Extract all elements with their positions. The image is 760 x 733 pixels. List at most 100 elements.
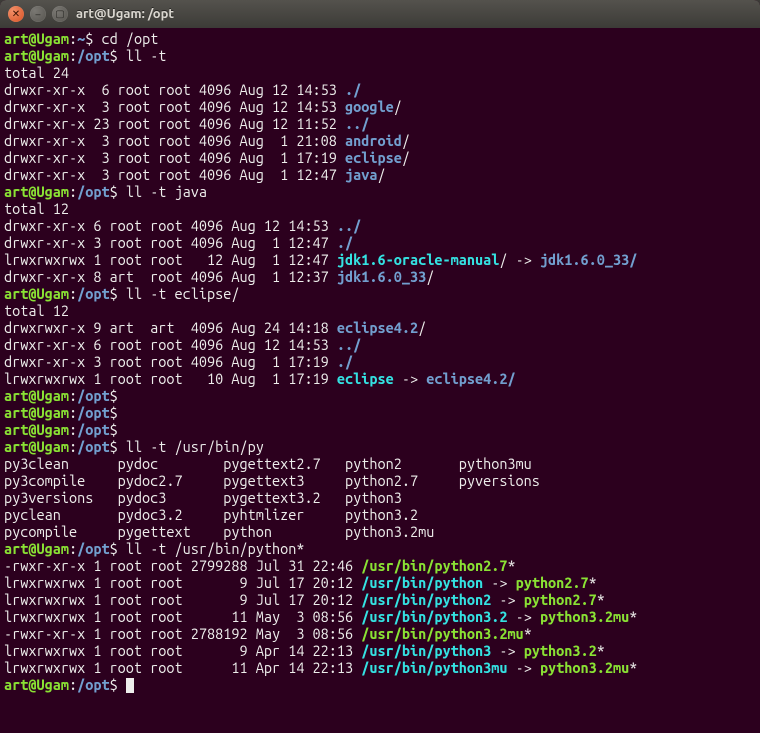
completion-row: py3compile pydoc2.7 pygettext3 python2.7… <box>4 472 756 489</box>
prompt-user: art@Ugam <box>4 285 69 302</box>
symlink-entry: jdk1.6-oracle-manual <box>337 251 499 268</box>
prompt-colon: : <box>69 438 77 455</box>
cmd-line: art@Ugam:/opt$ <box>4 387 756 404</box>
prompt-colon: : <box>69 540 77 557</box>
prompt-path: ~ <box>77 30 85 47</box>
minimize-icon[interactable]: – <box>30 6 46 22</box>
prompt-path: /opt <box>77 404 109 421</box>
dir-entry: ../ <box>345 115 369 132</box>
prompt-dollar: $ <box>110 404 126 421</box>
cmd-line: art@Ugam:/opt$ <box>4 421 756 438</box>
ls-row: drwxr-xr-x 23 root root 4096 Aug 12 11:5… <box>4 115 756 132</box>
prompt-user: art@Ugam <box>4 30 69 47</box>
ls-row: lrwxrwxrwx 1 root root 9 Jul 17 20:12 /u… <box>4 574 756 591</box>
maximize-icon[interactable]: ▢ <box>52 6 68 22</box>
ls-row: drwxr-xr-x 3 root root 4096 Aug 1 12:47 … <box>4 166 756 183</box>
symlink-entry: /usr/bin/python2 <box>361 591 491 608</box>
cmd-text: ll -t java <box>126 183 207 200</box>
prompt-colon: : <box>69 47 77 64</box>
ls-row: drwxr-xr-x 3 root root 4096 Aug 1 17:19 … <box>4 353 756 370</box>
ls-row: lrwxrwxrwx 1 root root 10 Aug 1 17:19 ec… <box>4 370 756 387</box>
total-line: total 24 <box>4 64 756 81</box>
dir-entry: android <box>345 132 402 149</box>
ls-row: lrwxrwxrwx 1 root root 9 Jul 17 20:12 /u… <box>4 591 756 608</box>
symlink-target: python2.7 <box>524 591 597 608</box>
ls-row: lrwxrwxrwx 1 root root 11 Apr 14 22:13 /… <box>4 659 756 676</box>
prompt-user: art@Ugam <box>4 438 69 455</box>
cmd-line: art@Ugam:/opt$ <box>4 404 756 421</box>
symlink-entry: /usr/bin/python3mu <box>361 659 507 676</box>
symlink-target: python3.2 <box>524 642 597 659</box>
prompt-dollar: $ <box>110 47 126 64</box>
prompt-dollar: $ <box>110 421 126 438</box>
dir-entry: eclipse4.2 <box>337 319 418 336</box>
total-line: total 12 <box>4 302 756 319</box>
cmd-line: art@Ugam:/opt$ ll -t /usr/bin/python* <box>4 540 756 557</box>
ls-row: lrwxrwxrwx 1 root root 9 Apr 14 22:13 /u… <box>4 642 756 659</box>
prompt-dollar: $ <box>110 540 126 557</box>
prompt-path: /opt <box>77 421 109 438</box>
exec-entry: /usr/bin/python2.7 <box>361 557 507 574</box>
dir-entry: ../ <box>337 336 361 353</box>
ls-row: lrwxrwxrwx 1 root root 12 Aug 1 12:47 jd… <box>4 251 756 268</box>
prompt-path: /opt <box>77 540 109 557</box>
ls-row: drwxr-xr-x 3 root root 4096 Aug 1 17:19 … <box>4 149 756 166</box>
ls-row: drwxr-xr-x 3 root root 4096 Aug 12 14:53… <box>4 98 756 115</box>
symlink-entry: /usr/bin/python <box>361 574 483 591</box>
prompt-user: art@Ugam <box>4 183 69 200</box>
cmd-line: art@Ugam:/opt$ ll -t java <box>4 183 756 200</box>
cmd-text: ll -t /usr/bin/python* <box>126 540 305 557</box>
dir-entry: ./ <box>345 81 361 98</box>
symlink-target: python2.7 <box>516 574 589 591</box>
prompt-dollar: $ <box>85 30 101 47</box>
close-icon[interactable]: ✕ <box>8 6 24 22</box>
symlink-target: jdk1.6.0_33/ <box>540 251 637 268</box>
cmd-line: art@Ugam:/opt$ ll -t <box>4 47 756 64</box>
cmd-text: ll -t eclipse/ <box>126 285 240 302</box>
prompt-dollar: $ <box>110 183 126 200</box>
prompt-colon: : <box>69 421 77 438</box>
window-title: art@Ugam: /opt <box>76 7 174 21</box>
exec-entry: /usr/bin/python3.2mu <box>361 625 523 642</box>
dir-entry: ./ <box>337 353 353 370</box>
prompt-user: art@Ugam <box>4 676 69 693</box>
prompt-dollar: $ <box>110 387 126 404</box>
prompt-colon: : <box>69 183 77 200</box>
prompt-colon: : <box>69 404 77 421</box>
titlebar[interactable]: ✕ – ▢ art@Ugam: /opt <box>0 0 760 28</box>
cmd-text: ll -t /usr/bin/py <box>126 438 264 455</box>
symlink-entry: eclipse <box>337 370 394 387</box>
completion-row: py3clean pydoc pygettext2.7 python2 pyth… <box>4 455 756 472</box>
prompt-dollar: $ <box>110 285 126 302</box>
ls-row: drwxr-xr-x 3 root root 4096 Aug 1 21:08 … <box>4 132 756 149</box>
prompt-colon: : <box>69 30 77 47</box>
terminal-window: ✕ – ▢ art@Ugam: /opt art@Ugam:~$ cd /opt… <box>0 0 760 733</box>
completion-row: py3versions pydoc3 pygettext3.2 python3 <box>4 489 756 506</box>
prompt-user: art@Ugam <box>4 421 69 438</box>
ls-row: drwxrwxr-x 9 art art 4096 Aug 24 14:18 e… <box>4 319 756 336</box>
terminal-output[interactable]: art@Ugam:~$ cd /optart@Ugam:/opt$ ll -tt… <box>0 28 760 733</box>
completion-row: pycompile pygettext python python3.2mu <box>4 523 756 540</box>
cmd-text: ll -t <box>126 47 167 64</box>
prompt-path: /opt <box>77 387 109 404</box>
dir-entry: google <box>345 98 394 115</box>
ls-row: -rwxr-xr-x 1 root root 2788192 May 3 08:… <box>4 625 756 642</box>
prompt-dollar: $ <box>110 676 126 693</box>
ls-row: drwxr-xr-x 6 root root 4096 Aug 12 14:53… <box>4 217 756 234</box>
window-controls: ✕ – ▢ <box>8 6 68 22</box>
prompt-path: /opt <box>77 676 109 693</box>
prompt-path: /opt <box>77 183 109 200</box>
ls-row: lrwxrwxrwx 1 root root 11 May 3 08:56 /u… <box>4 608 756 625</box>
symlink-entry: /usr/bin/python3.2 <box>361 608 507 625</box>
prompt-user: art@Ugam <box>4 404 69 421</box>
prompt-colon: : <box>69 676 77 693</box>
ls-row: drwxr-xr-x 6 root root 4096 Aug 12 14:53… <box>4 336 756 353</box>
cmd-line: art@Ugam:/opt$ ll -t eclipse/ <box>4 285 756 302</box>
prompt-colon: : <box>69 387 77 404</box>
prompt-path: /opt <box>77 285 109 302</box>
dir-entry: ../ <box>337 217 361 234</box>
cmd-line: art@Ugam:/opt$ <box>4 676 756 693</box>
dir-entry: ./ <box>337 234 353 251</box>
prompt-user: art@Ugam <box>4 387 69 404</box>
prompt-user: art@Ugam <box>4 47 69 64</box>
